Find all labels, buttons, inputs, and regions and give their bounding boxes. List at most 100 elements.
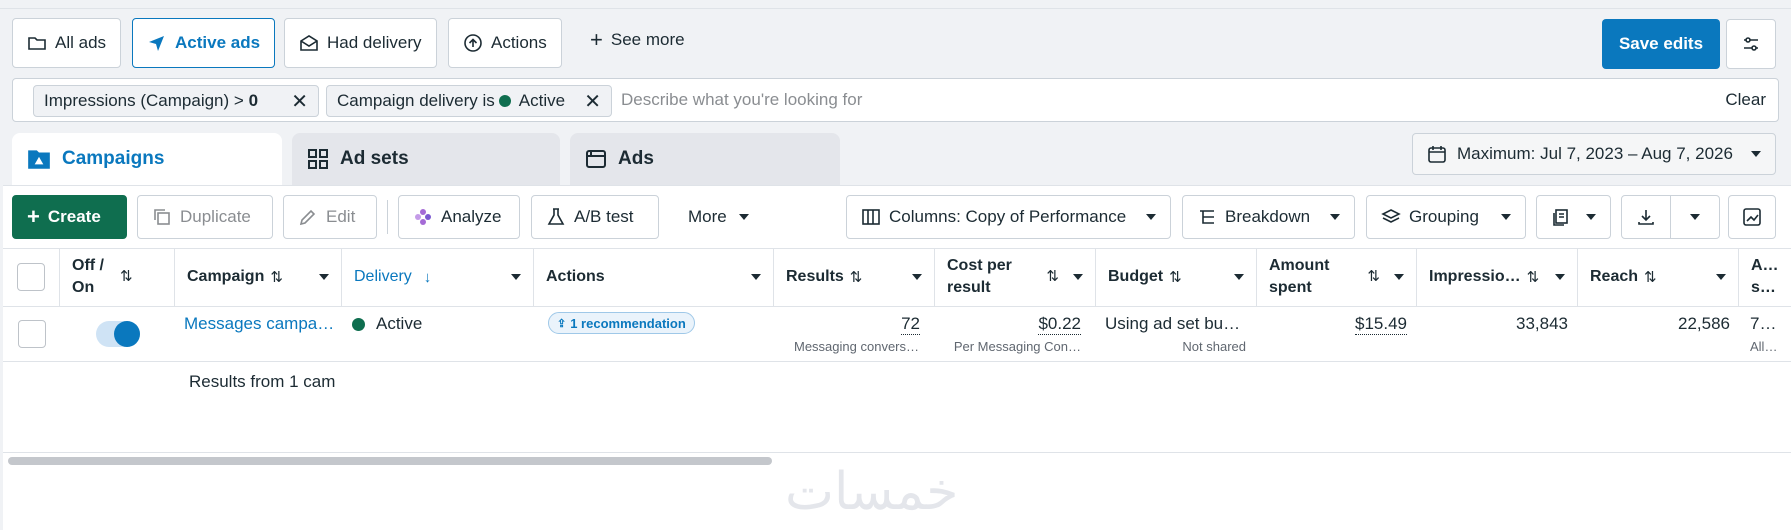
header-results[interactable]: Results ⇅ (774, 248, 935, 306)
close-icon[interactable]: ✕ (291, 89, 308, 114)
more-button[interactable]: More (688, 207, 749, 227)
date-range-picker[interactable]: Maximum: Jul 7, 2023 – Aug 7, 2026 (1412, 133, 1776, 175)
folder-icon (27, 33, 47, 53)
header-impressions[interactable]: Impressio… ⇅ (1417, 248, 1578, 306)
chevron-down-icon (1330, 214, 1340, 220)
more-label: More (688, 207, 727, 226)
budget-value: Using ad set bu… (1105, 314, 1241, 333)
filter-chip-impressions[interactable]: Impressions (Campaign) > 0 ✕ (33, 85, 319, 117)
header-campaign[interactable]: Campaign ⇅ (175, 248, 342, 306)
grouping-label: Grouping (1409, 207, 1479, 226)
grouping-button[interactable]: Grouping (1366, 195, 1526, 239)
results-value[interactable]: 72 (901, 314, 920, 335)
reports-button[interactable] (1536, 195, 1611, 239)
tab-active-ads[interactable]: Active ads (132, 18, 276, 68)
filter-chip-delivery-label: Campaign delivery is (337, 91, 495, 110)
breakdown-button[interactable]: Breakdown (1182, 195, 1355, 239)
close-icon[interactable]: ✕ (584, 89, 601, 114)
columns-icon (861, 207, 881, 227)
header-reach[interactable]: Reach ⇅ (1578, 248, 1739, 306)
ad-window-icon (584, 147, 608, 171)
trend-chart-icon (1742, 207, 1762, 227)
export-button[interactable] (1621, 195, 1671, 239)
settings-sliders-button[interactable] (1726, 19, 1776, 69)
results-summary: Results from 1 cam (189, 372, 336, 391)
sort-icon: ⇅ (120, 268, 133, 285)
arrow-circle-up-icon (463, 33, 483, 53)
analyze-button[interactable]: Analyze (398, 195, 520, 239)
create-label: Create (47, 207, 101, 226)
columns-button[interactable]: Columns: Copy of Performance (846, 195, 1171, 239)
filter-search-input[interactable]: Describe what you're looking for (621, 90, 862, 110)
header-truncated[interactable]: A… s… (1739, 248, 1791, 306)
cost-per-result-value[interactable]: $0.22 (1038, 314, 1081, 335)
sliders-icon (1741, 34, 1761, 54)
select-all-checkbox[interactable] (17, 263, 45, 291)
header-select-all (3, 248, 60, 306)
campaign-name-link[interactable]: Messages campa… (184, 314, 334, 334)
tab-had-delivery[interactable]: Had delivery (284, 18, 437, 68)
export-dropdown-button[interactable] (1670, 195, 1720, 239)
cost-per-result-subtext: Per Messaging Con… (953, 339, 1081, 354)
header-delivery[interactable]: Delivery ↓ (342, 248, 534, 306)
tab-campaigns-label: Campaigns (62, 148, 165, 169)
row-checkbox[interactable] (18, 320, 46, 348)
edit-label: Edit (326, 207, 356, 226)
tab-actions[interactable]: Actions (448, 18, 562, 68)
header-bottom-divider (3, 306, 1791, 307)
create-button[interactable]: + Create (12, 195, 127, 239)
send-icon (147, 33, 167, 53)
chevron-down-icon (511, 274, 521, 280)
header-actions[interactable]: Actions (534, 248, 774, 306)
chevron-down-icon (1146, 214, 1156, 220)
results-subtext: Messaging convers… (794, 339, 919, 354)
duplicate-label: Duplicate (180, 207, 251, 226)
chevron-down-icon (738, 214, 749, 220)
header-cost-per-result[interactable]: Cost per result ⇅ (935, 248, 1096, 306)
filter-chip-delivery[interactable]: Campaign delivery is Active ✕ (326, 85, 612, 117)
tab-campaigns[interactable]: Campaigns (12, 133, 282, 185)
campaign-folder-icon (26, 146, 52, 172)
tab-ads[interactable]: Ads (570, 133, 840, 185)
clear-filters-button[interactable]: Clear (1725, 90, 1766, 110)
ab-test-button[interactable]: A/B test (531, 195, 659, 239)
sort-icon: ⇅ (1644, 269, 1657, 286)
reach-value: 22,586 (1678, 314, 1730, 333)
recommendation-icon: ⇪ (557, 317, 567, 330)
chevron-down-icon (1073, 274, 1083, 280)
tab-all-ads[interactable]: All ads (12, 18, 122, 68)
header-amount-spent[interactable]: Amount spent ⇅ (1257, 248, 1417, 306)
amount-spent-value[interactable]: $15.49 (1355, 314, 1407, 335)
chevron-down-icon (319, 274, 329, 280)
breakdown-label: Breakdown (1225, 207, 1311, 226)
sort-icon: ⇅ (1046, 268, 1059, 285)
charts-button[interactable] (1728, 195, 1776, 239)
header-reach-label: Reach (1590, 268, 1639, 285)
delivery-status: Active (376, 314, 423, 333)
header-cost-per-result-label: Cost per result (947, 257, 1012, 296)
tab-had-delivery-label: Had delivery (327, 33, 422, 52)
recommendation-label: 1 recommendation (570, 315, 686, 331)
header-results-label: Results (786, 268, 844, 285)
tab-all-ads-label: All ads (55, 33, 107, 52)
header-budget[interactable]: Budget ⇅ (1096, 248, 1257, 306)
tab-ad-sets[interactable]: Ad sets (292, 133, 560, 185)
truncated-subtext: All… (1750, 339, 1778, 354)
campaign-toggle[interactable] (96, 321, 140, 347)
sort-icon: ⇅ (1169, 269, 1182, 286)
header-off-on-label: Off / On (72, 257, 104, 296)
tab-active-ads-label: Active ads (175, 33, 261, 52)
chevron-down-icon (751, 274, 761, 280)
header-off-on[interactable]: Off / On ⇅ (60, 248, 175, 306)
see-more-button[interactable]: + See more (590, 29, 685, 51)
recommendation-badge[interactable]: ⇪ 1 recommendation (548, 312, 695, 334)
duplicate-button[interactable]: Duplicate (137, 195, 273, 239)
sort-desc-icon: ↓ (423, 268, 432, 286)
layers-icon (1381, 207, 1401, 227)
budget-subtext: Not shared (1182, 339, 1246, 354)
horizontal-scrollbar[interactable] (8, 457, 772, 465)
flask-icon (546, 207, 566, 227)
summary-divider (3, 452, 1791, 453)
edit-button[interactable]: Edit (283, 195, 377, 239)
save-edits-button[interactable]: Save edits (1602, 19, 1720, 69)
